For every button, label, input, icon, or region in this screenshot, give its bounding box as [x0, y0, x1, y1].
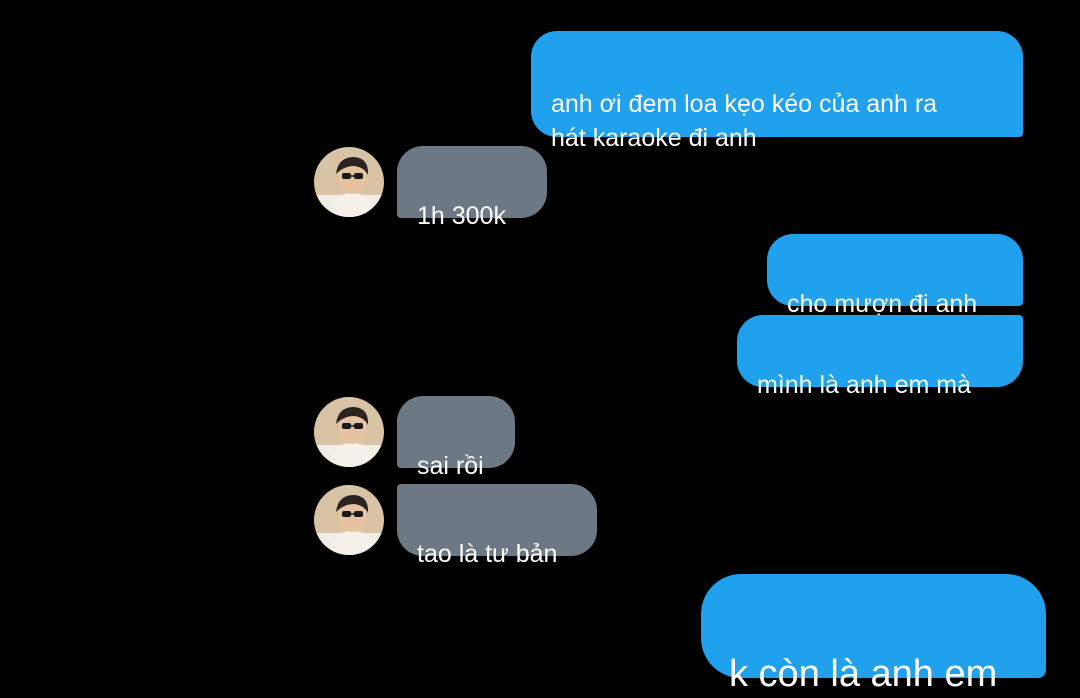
sent-message-bubble[interactable]: cho mượn đi anh: [767, 234, 1023, 318]
received-message-bubble[interactable]: sai rồi: [397, 396, 515, 480]
chat-thread: anh ơi đem loa kẹo kéo của anh ra hát ka…: [0, 0, 1080, 695]
contact-avatar[interactable]: [314, 397, 384, 467]
message-text: tao là tư bản: [417, 540, 558, 568]
sent-message-bubble-large[interactable]: k còn là anh em: [701, 574, 1046, 695]
sent-message-bubble[interactable]: anh ơi đem loa kẹo kéo của anh ra hát ka…: [531, 31, 1023, 152]
received-message-bubble[interactable]: tao là tư bản: [397, 484, 597, 568]
avatar-image: [314, 485, 384, 555]
avatar-image: [314, 397, 384, 467]
avatar-image: [314, 147, 384, 217]
message-text: cho mượn đi anh: [787, 290, 978, 318]
received-message-bubble[interactable]: 1h 300k: [397, 146, 547, 230]
contact-avatar[interactable]: [314, 147, 384, 217]
message-text: k còn là anh em: [729, 653, 998, 695]
message-text: mình là anh em mà: [757, 371, 971, 399]
message-text: 1h 300k: [417, 202, 506, 230]
sent-message-bubble[interactable]: mình là anh em mà: [737, 315, 1023, 399]
message-text: sai rồi: [417, 452, 484, 480]
message-text: anh ơi đem loa kẹo kéo của anh ra hát ka…: [551, 90, 938, 152]
contact-avatar[interactable]: [314, 485, 384, 555]
